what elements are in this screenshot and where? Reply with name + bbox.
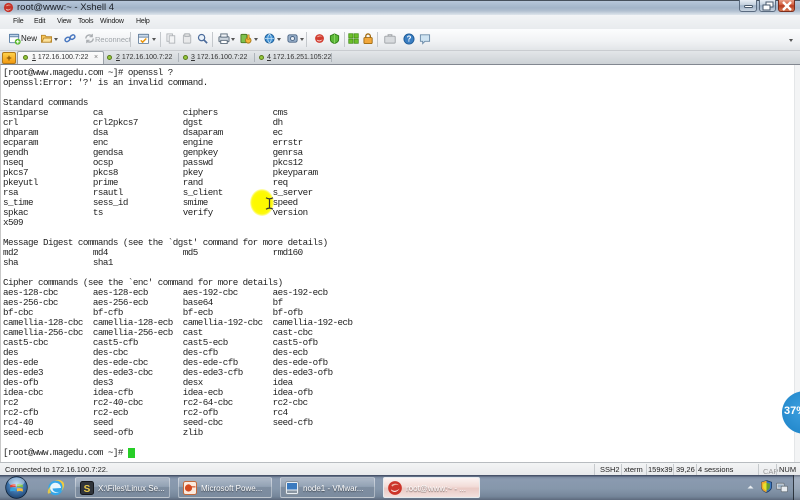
svg-text:?: ? <box>407 35 412 44</box>
svg-text:S: S <box>84 484 91 495</box>
